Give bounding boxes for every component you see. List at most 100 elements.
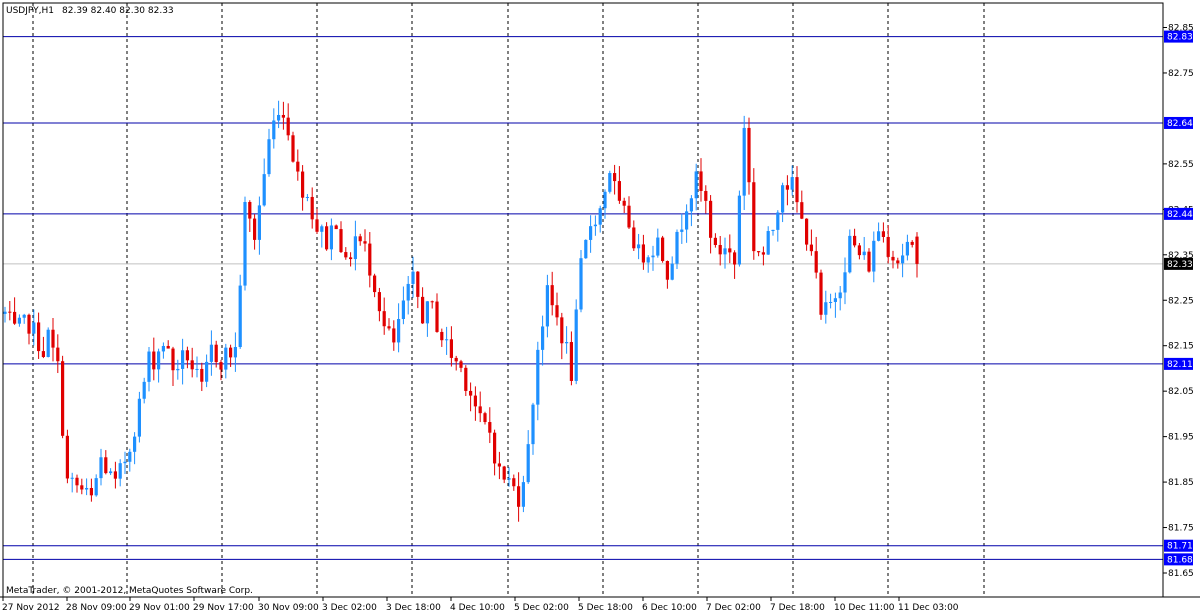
time-tick-label: 6 Dec 10:00 bbox=[642, 603, 697, 613]
candle-body bbox=[483, 413, 487, 423]
candle-body bbox=[56, 347, 60, 362]
candle-body bbox=[397, 318, 401, 343]
candle-body bbox=[411, 271, 415, 284]
candle-body bbox=[430, 301, 434, 303]
candle-body bbox=[541, 326, 545, 350]
time-tick-label: 10 Dec 11:00 bbox=[834, 603, 895, 613]
symbol-label: USDJPY,H1 bbox=[6, 6, 54, 16]
time-tick-label: 29 Nov 01:00 bbox=[129, 603, 190, 613]
level-label: 82.64 bbox=[1167, 119, 1193, 129]
time-tick-label: 4 Dec 10:00 bbox=[450, 603, 505, 613]
candle-body bbox=[531, 404, 535, 445]
candle-body bbox=[867, 251, 871, 272]
candle-body bbox=[147, 351, 151, 382]
candle-body bbox=[305, 196, 309, 198]
candle-body bbox=[277, 114, 281, 121]
candle-body bbox=[454, 357, 458, 362]
candle-body bbox=[310, 196, 314, 220]
candle-body bbox=[781, 185, 785, 213]
candle-body bbox=[574, 309, 578, 381]
price-chart[interactable]: 82.8582.7582.5582.4582.3582.2582.1582.05… bbox=[0, 0, 1200, 615]
candle-body bbox=[253, 218, 257, 240]
candle-body bbox=[555, 305, 559, 318]
candle-body bbox=[281, 114, 285, 118]
candle-body bbox=[680, 229, 684, 232]
candle-body bbox=[401, 300, 405, 319]
price-tick-label: 82.75 bbox=[1168, 69, 1194, 79]
candle-body bbox=[824, 302, 828, 315]
candle-body bbox=[790, 177, 794, 190]
candle-body bbox=[709, 200, 713, 238]
candle-body bbox=[896, 260, 900, 264]
candle-body bbox=[51, 329, 55, 348]
candle-body bbox=[761, 252, 765, 255]
candle-body bbox=[637, 244, 641, 249]
candle-body bbox=[473, 395, 477, 407]
candle-body bbox=[449, 339, 453, 358]
candle-body bbox=[661, 237, 665, 262]
candle-body bbox=[382, 311, 386, 327]
candle-body bbox=[675, 231, 679, 264]
candle-body bbox=[545, 285, 549, 327]
candle-body bbox=[22, 314, 26, 318]
candle-body bbox=[872, 240, 876, 272]
candle-body bbox=[358, 236, 362, 242]
candle-body bbox=[776, 212, 780, 230]
candle-body bbox=[886, 236, 890, 257]
candle-body bbox=[104, 457, 108, 474]
candle-body bbox=[757, 251, 761, 253]
candle-body bbox=[536, 349, 540, 405]
candle-body bbox=[32, 322, 36, 334]
candle-body bbox=[819, 272, 823, 315]
candle-body bbox=[646, 257, 650, 263]
candle-body bbox=[857, 245, 861, 256]
candle-body bbox=[877, 231, 881, 241]
candle-body bbox=[747, 127, 751, 183]
candle-body bbox=[905, 241, 909, 256]
candle-body bbox=[157, 351, 161, 370]
candle-body bbox=[176, 368, 180, 371]
candle-body bbox=[392, 328, 396, 343]
candle-body bbox=[262, 174, 266, 206]
candle-body bbox=[584, 239, 588, 259]
time-tick-label: 3 Dec 02:00 bbox=[322, 603, 377, 613]
candle-body bbox=[651, 255, 655, 258]
candle-body bbox=[181, 350, 185, 369]
candle-body bbox=[233, 347, 237, 358]
candle-body bbox=[27, 314, 31, 334]
candle-body bbox=[219, 362, 223, 370]
candle-body bbox=[406, 283, 410, 301]
candle-body bbox=[243, 201, 247, 286]
candle-body bbox=[800, 202, 804, 219]
price-tick-label: 81.65 bbox=[1168, 569, 1194, 579]
copyright-label: MetaTrader, © 2001-2012, MetaQuotes Soft… bbox=[6, 586, 253, 596]
candle-body bbox=[512, 478, 516, 487]
candle-body bbox=[752, 182, 756, 252]
candle-body bbox=[142, 381, 146, 399]
candle-body bbox=[915, 236, 919, 264]
candle-body bbox=[315, 219, 319, 232]
candle-body bbox=[497, 463, 501, 467]
chart-background bbox=[0, 0, 1200, 615]
candle-body bbox=[901, 255, 905, 264]
candle-body bbox=[603, 191, 607, 209]
candle-body bbox=[94, 478, 98, 496]
candle-body bbox=[507, 478, 511, 480]
candle-body bbox=[699, 171, 703, 191]
candle-body bbox=[785, 185, 789, 190]
candle-body bbox=[65, 435, 69, 479]
time-tick-label: 29 Nov 17:00 bbox=[193, 603, 254, 613]
candle-body bbox=[416, 271, 420, 297]
candle-body bbox=[229, 347, 233, 358]
candle-body bbox=[685, 211, 689, 230]
candle-body bbox=[493, 432, 497, 464]
price-tick-label: 82.55 bbox=[1168, 160, 1194, 170]
candle-body bbox=[113, 471, 117, 479]
candle-body bbox=[272, 120, 276, 140]
candle-body bbox=[248, 201, 252, 219]
time-tick-label: 7 Dec 02:00 bbox=[706, 603, 761, 613]
price-tick-label: 82.25 bbox=[1168, 296, 1194, 306]
candle-body bbox=[617, 181, 621, 201]
time-tick-label: 3 Dec 18:00 bbox=[386, 603, 441, 613]
candle-body bbox=[843, 272, 847, 293]
